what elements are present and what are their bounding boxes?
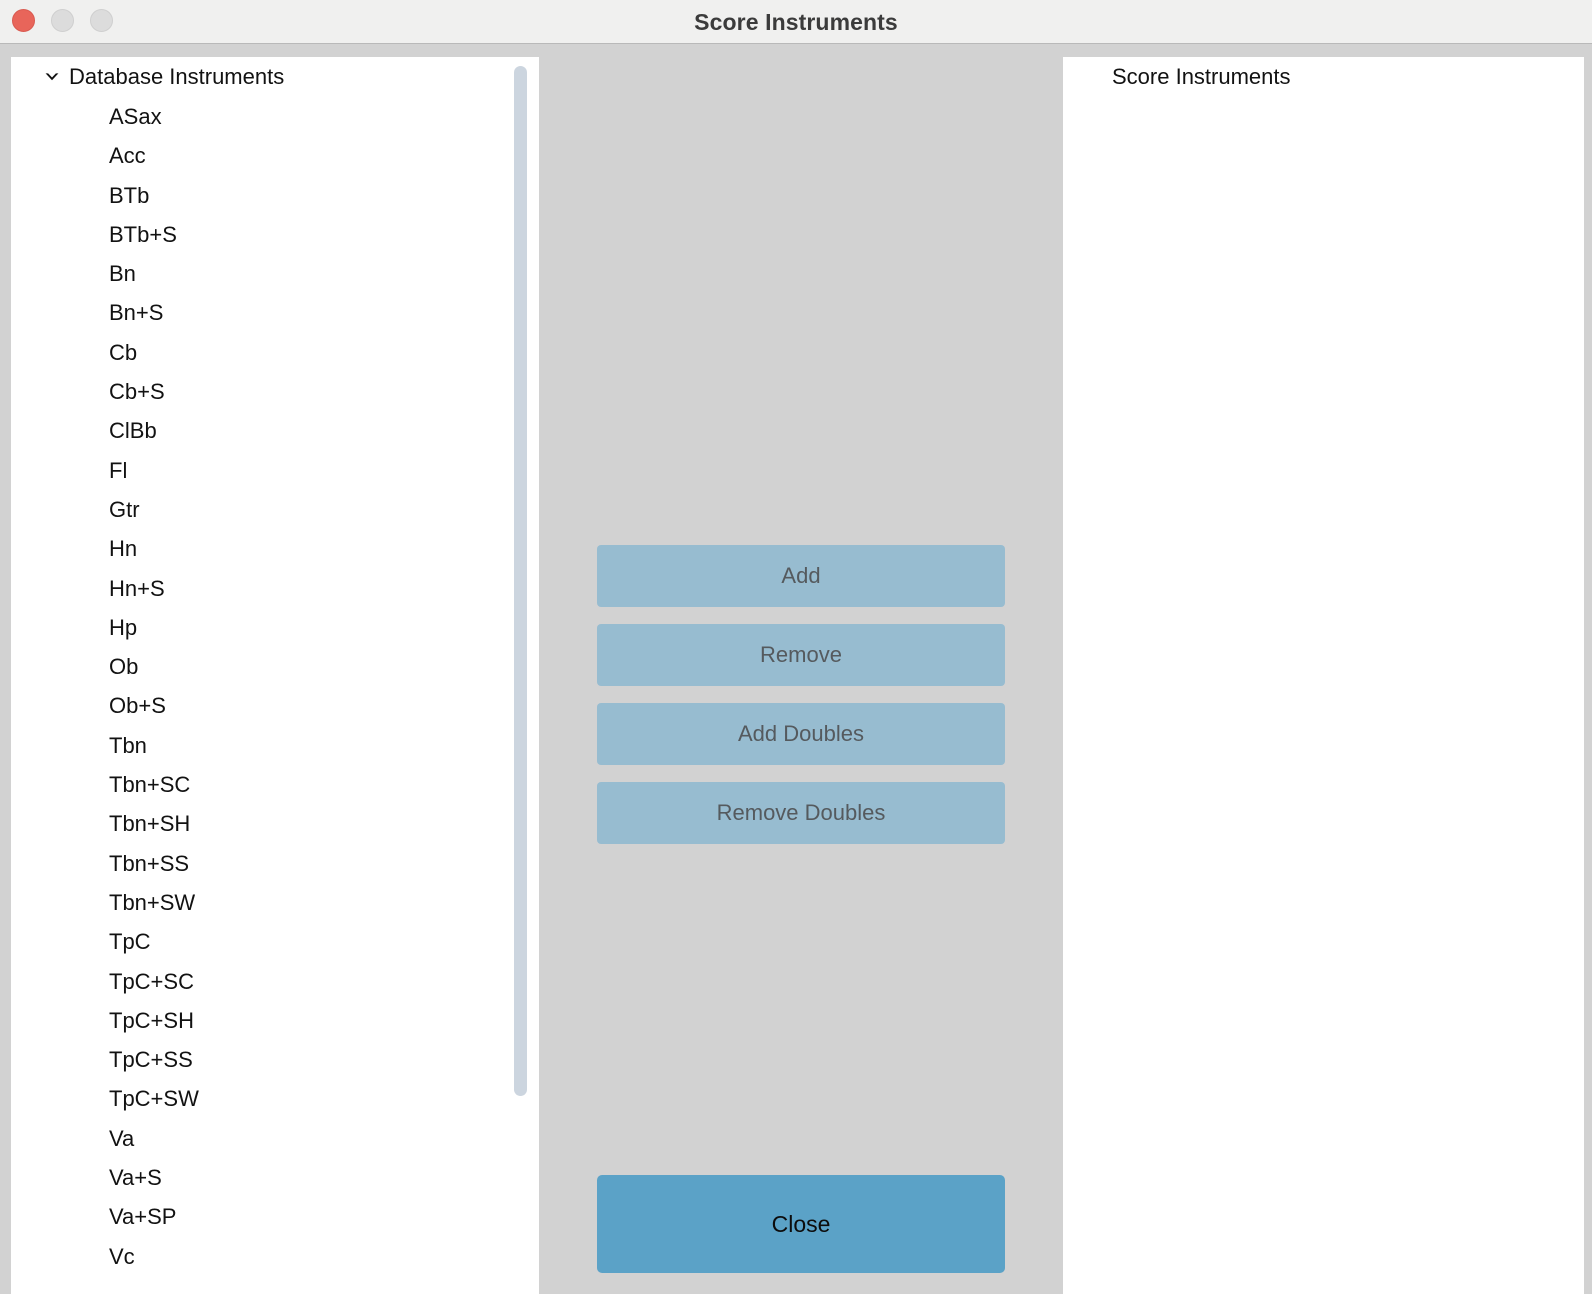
database-instrument-item[interactable]: Tbn+SH: [11, 804, 539, 843]
remove-button[interactable]: Remove: [597, 624, 1005, 686]
database-instrument-item[interactable]: TpC+SS: [11, 1040, 539, 1079]
score-instruments-panel: Score Instruments: [1063, 57, 1584, 1294]
database-instrument-item[interactable]: Vc: [11, 1237, 539, 1276]
database-instrument-item[interactable]: Bn: [11, 254, 539, 293]
window-titlebar: Score Instruments: [0, 0, 1592, 44]
database-instrument-item[interactable]: BTb: [11, 176, 539, 215]
database-instrument-item[interactable]: Tbn+SW: [11, 883, 539, 922]
window-title: Score Instruments: [694, 9, 898, 35]
database-instrument-item[interactable]: Va+SP: [11, 1197, 539, 1236]
add-button[interactable]: Add: [597, 545, 1005, 607]
database-instruments-root[interactable]: Database Instruments: [11, 57, 539, 97]
database-instrument-item[interactable]: Ob+S: [11, 686, 539, 725]
dialog-body: Database Instruments ASax Acc BTb BTb+S Bn Bn…: [0, 44, 1592, 1294]
database-instrument-item[interactable]: ClBb: [11, 411, 539, 450]
database-instrument-item[interactable]: TpC: [11, 922, 539, 961]
database-instruments-root-label: Database Instruments: [69, 64, 285, 89]
score-instruments-root[interactable]: Score Instruments: [1063, 57, 1584, 97]
database-instrument-item[interactable]: Tbn+SS: [11, 844, 539, 883]
actions-panel: Add Remove Add Doubles Remove Doubles Cl…: [539, 44, 1063, 1294]
close-button[interactable]: Close: [597, 1175, 1005, 1273]
database-instrument-item[interactable]: Cb: [11, 333, 539, 372]
database-instrument-item[interactable]: TpC+SH: [11, 1001, 539, 1040]
database-instrument-item[interactable]: Hp: [11, 608, 539, 647]
database-instrument-item[interactable]: BTb+S: [11, 215, 539, 254]
database-instrument-item[interactable]: Cb+S: [11, 372, 539, 411]
database-instrument-item[interactable]: ASax: [11, 97, 539, 136]
add-doubles-button[interactable]: Add Doubles: [597, 703, 1005, 765]
database-instrument-item[interactable]: Bn+S: [11, 293, 539, 332]
database-instrument-item[interactable]: TpC+SW: [11, 1079, 539, 1118]
database-instrument-item[interactable]: Va: [11, 1119, 539, 1158]
score-instruments-root-label: Score Instruments: [1112, 64, 1291, 89]
database-instrument-item[interactable]: Acc: [11, 136, 539, 175]
database-instrument-item[interactable]: Ob: [11, 647, 539, 686]
remove-doubles-button[interactable]: Remove Doubles: [597, 782, 1005, 844]
database-list-scrollbar-track[interactable]: [514, 57, 533, 1294]
database-instrument-item[interactable]: Tbn: [11, 726, 539, 765]
chevron-down-icon[interactable]: [41, 66, 63, 88]
database-instrument-item[interactable]: TpC+SC: [11, 962, 539, 1001]
database-instrument-item[interactable]: Fl: [11, 451, 539, 490]
database-instrument-item[interactable]: Hn+S: [11, 569, 539, 608]
database-instruments-panel: Database Instruments ASax Acc BTb BTb+S Bn Bn…: [11, 57, 539, 1294]
database-instrument-item[interactable]: Tbn+SC: [11, 765, 539, 804]
database-instruments-list: Database Instruments ASax Acc BTb BTb+S Bn Bn…: [11, 57, 539, 1276]
database-instrument-item[interactable]: Gtr: [11, 490, 539, 529]
database-instrument-item[interactable]: Hn: [11, 529, 539, 568]
database-list-scrollbar-thumb[interactable]: [514, 66, 527, 1096]
score-instruments-window: Score Instruments Database Instruments A…: [0, 0, 1592, 1294]
database-instrument-item[interactable]: Va+S: [11, 1158, 539, 1197]
